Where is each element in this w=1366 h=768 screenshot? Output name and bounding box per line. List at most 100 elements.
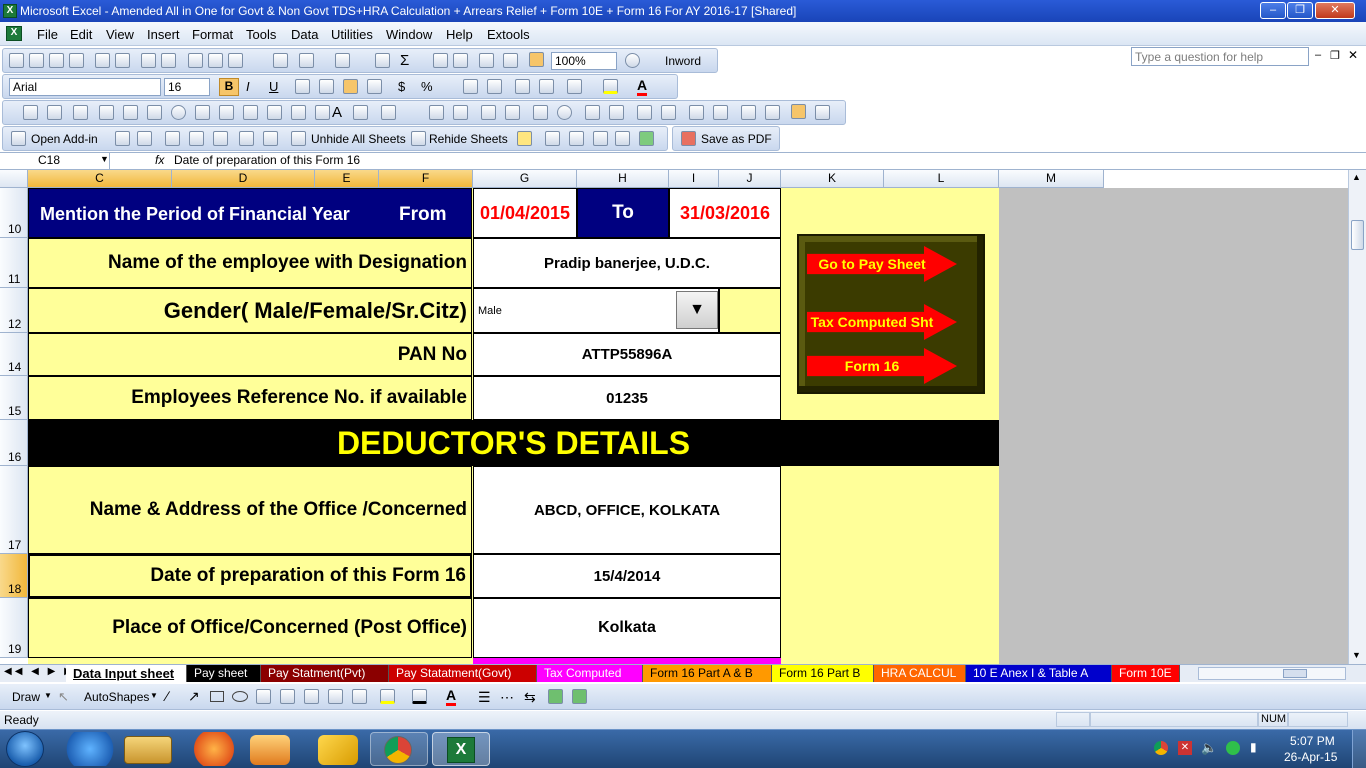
clock-date[interactable]: 26-Apr-15 <box>1284 750 1337 764</box>
clock-time[interactable]: 5:07 PM <box>1290 734 1335 748</box>
name-box-dropdown-icon[interactable]: ▼ <box>100 154 109 164</box>
column-header-i[interactable]: I <box>669 170 719 188</box>
file-explorer-icon[interactable] <box>124 736 172 764</box>
format-painter-icon[interactable] <box>273 53 288 68</box>
scroll-up-icon[interactable]: ▲ <box>1352 172 1361 182</box>
row-header-17[interactable]: 17 <box>0 466 28 554</box>
cut-icon[interactable] <box>188 53 203 68</box>
shadow-icon[interactable] <box>548 689 563 704</box>
italic-button[interactable]: I <box>246 79 250 94</box>
go-to-pay-sheet-button[interactable]: Go to Pay Sheet <box>807 246 957 282</box>
align-left-icon[interactable] <box>295 79 310 94</box>
line-style-icon[interactable]: ☰ <box>478 689 491 706</box>
tax-computed-sheet-button[interactable]: Tax Computed Sht <box>807 304 957 340</box>
sort-ascending-icon[interactable] <box>433 53 448 68</box>
scrollbar-icon[interactable] <box>291 105 306 120</box>
research-icon[interactable] <box>161 53 176 68</box>
autoshapes-menu[interactable]: AutoShapes <box>84 690 149 704</box>
column-header-h[interactable]: H <box>577 170 669 188</box>
unhide-sheets-button[interactable]: Unhide All Sheets <box>311 132 406 146</box>
undo-icon[interactable] <box>299 53 314 68</box>
rectangle-icon[interactable] <box>210 691 224 702</box>
row-header-15[interactable]: 15 <box>0 376 28 420</box>
column-header-j[interactable]: J <box>719 170 781 188</box>
menu-view[interactable]: View <box>106 27 134 42</box>
redo-icon[interactable] <box>335 53 350 68</box>
lock-icon[interactable] <box>263 131 278 146</box>
hscroll-thumb[interactable] <box>1283 669 1307 678</box>
button-icon[interactable] <box>73 105 88 120</box>
from-date-cell[interactable]: 01/04/2015 <box>473 188 577 238</box>
align-right-icon[interactable] <box>343 79 358 94</box>
increase-indent-icon[interactable] <box>539 79 554 94</box>
autosum-icon[interactable]: Σ <box>400 52 409 69</box>
sheet-tab[interactable]: Pay Statment(Pvt) <box>261 665 389 682</box>
formula-content[interactable]: Date of preparation of this Form 16 <box>174 153 360 167</box>
fx-icon[interactable]: fx <box>155 153 164 167</box>
close-button[interactable]: ✕ <box>1315 2 1355 19</box>
menu-format[interactable]: Format <box>192 27 233 42</box>
addin-tool-3-icon[interactable] <box>165 131 180 146</box>
option-button-icon[interactable] <box>171 105 186 120</box>
props-icon[interactable] <box>741 105 756 120</box>
open-addin-icon[interactable] <box>11 131 26 146</box>
column-header-l[interactable]: L <box>884 170 999 188</box>
help-icon[interactable] <box>625 53 640 68</box>
tray-battery-icon[interactable]: ▮ <box>1250 740 1257 754</box>
row-header-10[interactable]: 10 <box>0 188 28 238</box>
rehide-sheets-button[interactable]: Rehide Sheets <box>429 132 508 146</box>
to-date-cell[interactable]: 31/03/2016 <box>669 188 781 238</box>
bold-button[interactable]: B <box>219 78 239 96</box>
groupbox-icon[interactable] <box>47 105 62 120</box>
autoshapes-dropdown-icon[interactable]: ▼ <box>150 691 158 700</box>
scroll2-icon[interactable] <box>661 105 676 120</box>
merge-center-icon[interactable] <box>367 79 382 94</box>
label-icon[interactable] <box>23 105 38 120</box>
abl-icon[interactable] <box>453 105 468 120</box>
borders-icon[interactable] <box>567 79 582 94</box>
oval-icon[interactable] <box>232 691 248 702</box>
arrow-style-icon[interactable]: ⇆ <box>524 689 536 706</box>
textbox-icon[interactable] <box>256 689 271 704</box>
doc-minimize-button[interactable]: – <box>1315 49 1321 61</box>
select-all-corner[interactable] <box>0 170 28 188</box>
list-icon[interactable] <box>585 105 600 120</box>
place-value-cell[interactable]: Kolkata <box>473 598 781 658</box>
sheet-tab[interactable]: 10 E Anex I & Table A <box>966 665 1112 682</box>
line-color-icon[interactable] <box>412 689 427 704</box>
paste-icon[interactable] <box>228 53 243 68</box>
draw-dropdown-icon[interactable]: ▼ <box>44 691 52 700</box>
checkbox-icon[interactable] <box>99 105 114 120</box>
picture-icon[interactable] <box>352 689 367 704</box>
excel-task-button[interactable]: X <box>432 732 490 766</box>
lock-open-icon[interactable] <box>239 131 254 146</box>
run-dialog-icon[interactable] <box>815 105 830 120</box>
print-preview-icon[interactable] <box>115 53 130 68</box>
open-addin-button[interactable]: Open Add-in <box>31 132 98 146</box>
doc-restore-button[interactable]: ❐ <box>1330 49 1340 62</box>
combo-dropdown-icon[interactable] <box>267 105 282 120</box>
menu-tools[interactable]: Tools <box>246 27 276 42</box>
code-icon[interactable] <box>765 105 780 120</box>
workbook-icon[interactable]: X <box>6 26 22 41</box>
spelling-icon[interactable] <box>141 53 156 68</box>
pdf-icon[interactable] <box>681 131 696 146</box>
column-header-e[interactable]: E <box>315 170 379 188</box>
form-16-button[interactable]: Form 16 <box>807 348 957 384</box>
draw-font-color-icon[interactable]: A <box>446 687 457 706</box>
draw-menu[interactable]: Draw <box>12 690 40 704</box>
name-box[interactable]: C18 <box>2 153 110 169</box>
aa-icon[interactable] <box>429 105 444 120</box>
menu-data[interactable]: Data <box>291 27 318 42</box>
button2-icon[interactable] <box>505 105 520 120</box>
font-name-select[interactable]: Arial <box>9 78 161 96</box>
row-header-16[interactable]: 16 <box>0 420 28 466</box>
doc-close-button[interactable]: ✕ <box>1348 48 1358 62</box>
gender-dropdown-arrow-icon[interactable]: ▼ <box>676 291 718 329</box>
grid-icon[interactable] <box>545 131 560 146</box>
gender-side-cell[interactable] <box>719 288 781 333</box>
fill-bucket-icon[interactable] <box>380 689 395 704</box>
decrease-decimal-icon[interactable] <box>487 79 502 94</box>
column-header-d[interactable]: D <box>172 170 315 188</box>
date-label[interactable]: Date of preparation of this Form 16 <box>28 554 472 598</box>
